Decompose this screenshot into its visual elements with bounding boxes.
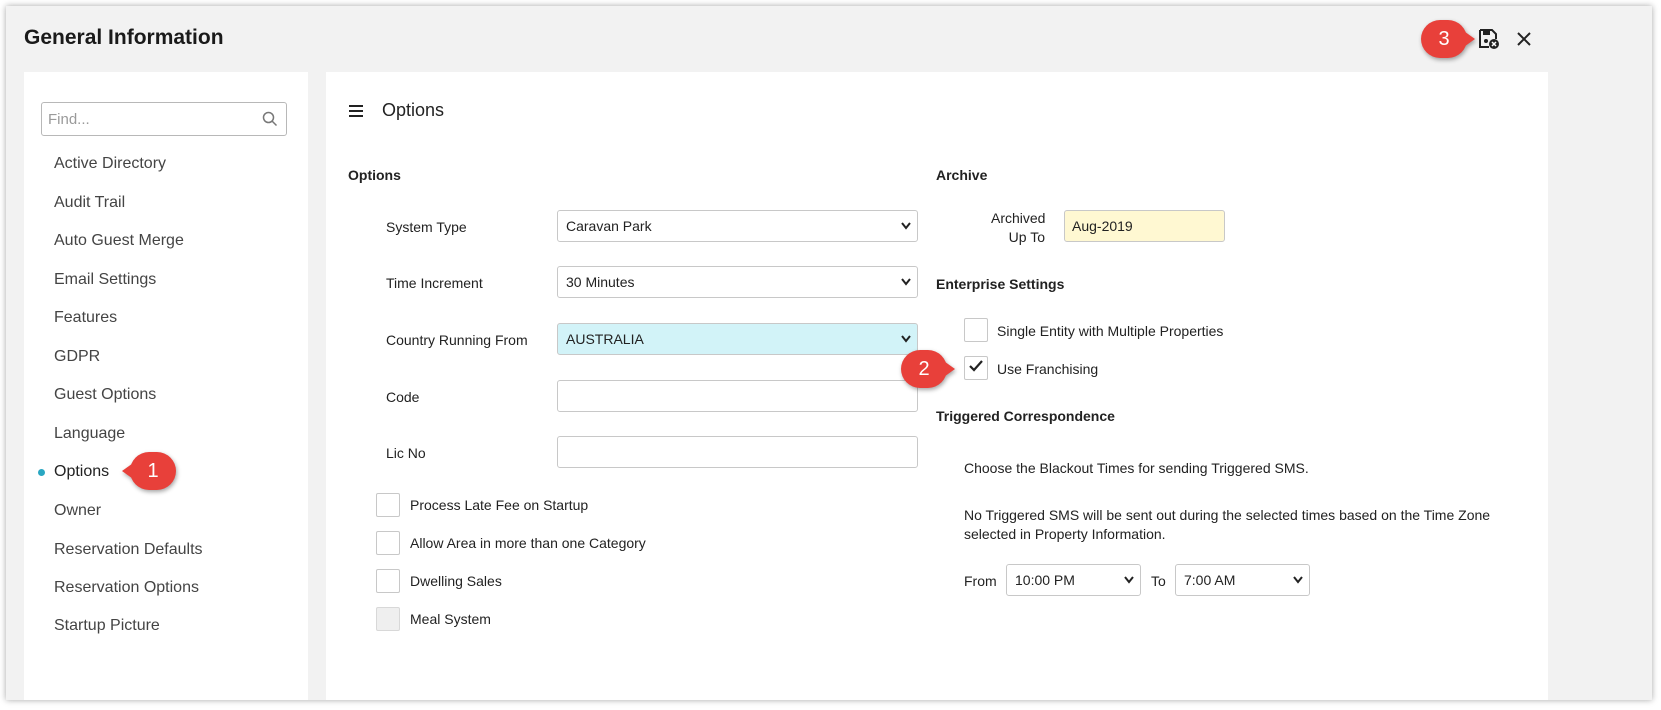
general-information-window: General Information 3 Find... Active Dir… — [6, 6, 1652, 700]
code-input[interactable] — [557, 380, 918, 412]
single-entity-checkbox[interactable] — [964, 318, 988, 342]
sidebar-item-gdpr[interactable]: GDPR — [54, 348, 100, 366]
page-title: Options — [382, 100, 445, 120]
allow-area-label: Allow Area in more than one Category — [410, 535, 646, 551]
use-franchising-label: Use Franchising — [997, 361, 1099, 377]
chevron-down-icon — [1293, 565, 1303, 605]
sidebar-item-audit-trail[interactable]: Audit Trail — [54, 194, 125, 212]
close-button[interactable] — [1511, 28, 1537, 54]
from-label: From — [964, 573, 997, 589]
blackout-instructions: Choose the Blackout Times for sending Tr… — [964, 460, 1309, 476]
window-title: General Information — [24, 26, 224, 49]
to-time-select[interactable]: 7:00 AM — [1175, 564, 1310, 596]
process-late-fee-checkbox[interactable] — [376, 493, 400, 517]
sidebar-item-options[interactable]: Options — [54, 463, 109, 481]
use-franchising-checkbox[interactable] — [964, 356, 988, 380]
system-type-label: System Type — [386, 219, 467, 235]
from-time-value: 10:00 PM — [1015, 572, 1075, 588]
meal-system-checkbox — [376, 607, 400, 631]
chevron-down-icon — [1124, 565, 1134, 605]
callout-1: 1 — [122, 452, 176, 490]
sidebar-item-reservation-defaults[interactable]: Reservation Defaults — [54, 541, 203, 559]
dwelling-sales-checkbox[interactable] — [376, 569, 400, 593]
save-close-button[interactable] — [1476, 28, 1502, 54]
main-panel: Options Options System Type Caravan Park… — [326, 72, 1548, 700]
sidebar-item-email-settings[interactable]: Email Settings — [54, 271, 156, 289]
blackout-note-line2: selected in Property Information. — [964, 526, 1166, 542]
meal-system-label: Meal System — [410, 611, 491, 627]
search-box — [41, 102, 287, 136]
sidebar-item-language[interactable]: Language — [54, 425, 125, 443]
country-label: Country Running From — [386, 332, 528, 348]
sidebar-item-features[interactable]: Features — [54, 309, 117, 327]
process-late-fee-label: Process Late Fee on Startup — [410, 497, 589, 513]
from-time-select[interactable]: 10:00 PM — [1006, 564, 1141, 596]
sidebar: Active Directory Audit Trail Auto Guest … — [24, 72, 308, 700]
system-type-select[interactable]: Caravan Park — [557, 210, 918, 242]
sidebar-item-owner[interactable]: Owner — [54, 502, 101, 520]
triggered-correspondence-heading: Triggered Correspondence — [936, 408, 1115, 424]
lic-no-input[interactable] — [557, 436, 918, 468]
system-type-value: Caravan Park — [566, 218, 652, 234]
checkmark-icon — [968, 359, 984, 378]
archived-label-line1: Archived — [991, 210, 1046, 226]
to-time-value: 7:00 AM — [1184, 572, 1236, 588]
blackout-note-line1: No Triggered SMS will be sent out during… — [964, 507, 1491, 523]
archived-label-line2: Up To — [1008, 229, 1045, 245]
search-icon[interactable] — [262, 111, 278, 132]
country-select[interactable]: AUSTRALIA — [557, 323, 918, 355]
sidebar-item-active-directory[interactable]: Active Directory — [54, 155, 166, 173]
country-value: AUSTRALIA — [566, 331, 644, 347]
chevron-down-icon — [901, 267, 911, 307]
time-increment-label: Time Increment — [386, 275, 483, 291]
search-input[interactable] — [42, 103, 252, 135]
active-indicator-dot — [38, 469, 45, 476]
save-close-icon — [1478, 28, 1500, 55]
callout-3: 3 — [1421, 20, 1475, 58]
allow-area-checkbox[interactable] — [376, 531, 400, 555]
sidebar-item-reservation-options[interactable]: Reservation Options — [54, 579, 199, 597]
archive-heading: Archive — [936, 167, 988, 183]
archived-up-to-field[interactable]: Aug-2019 — [1064, 210, 1225, 242]
lic-no-label: Lic No — [386, 445, 426, 461]
to-label: To — [1151, 573, 1166, 589]
options-section-heading: Options — [348, 167, 401, 183]
dwelling-sales-label: Dwelling Sales — [410, 573, 502, 589]
chevron-down-icon — [901, 211, 911, 251]
close-icon — [1516, 31, 1532, 52]
time-increment-select[interactable]: 30 Minutes — [557, 266, 918, 298]
hamburger-menu-icon[interactable] — [348, 104, 364, 123]
sidebar-item-guest-options[interactable]: Guest Options — [54, 386, 156, 404]
sidebar-item-auto-guest-merge[interactable]: Auto Guest Merge — [54, 232, 184, 250]
code-label: Code — [386, 389, 420, 405]
sidebar-item-startup-picture[interactable]: Startup Picture — [54, 617, 160, 635]
enterprise-settings-heading: Enterprise Settings — [936, 276, 1065, 292]
time-increment-value: 30 Minutes — [566, 274, 635, 290]
single-entity-label: Single Entity with Multiple Properties — [997, 323, 1224, 339]
callout-2: 2 — [901, 350, 955, 388]
